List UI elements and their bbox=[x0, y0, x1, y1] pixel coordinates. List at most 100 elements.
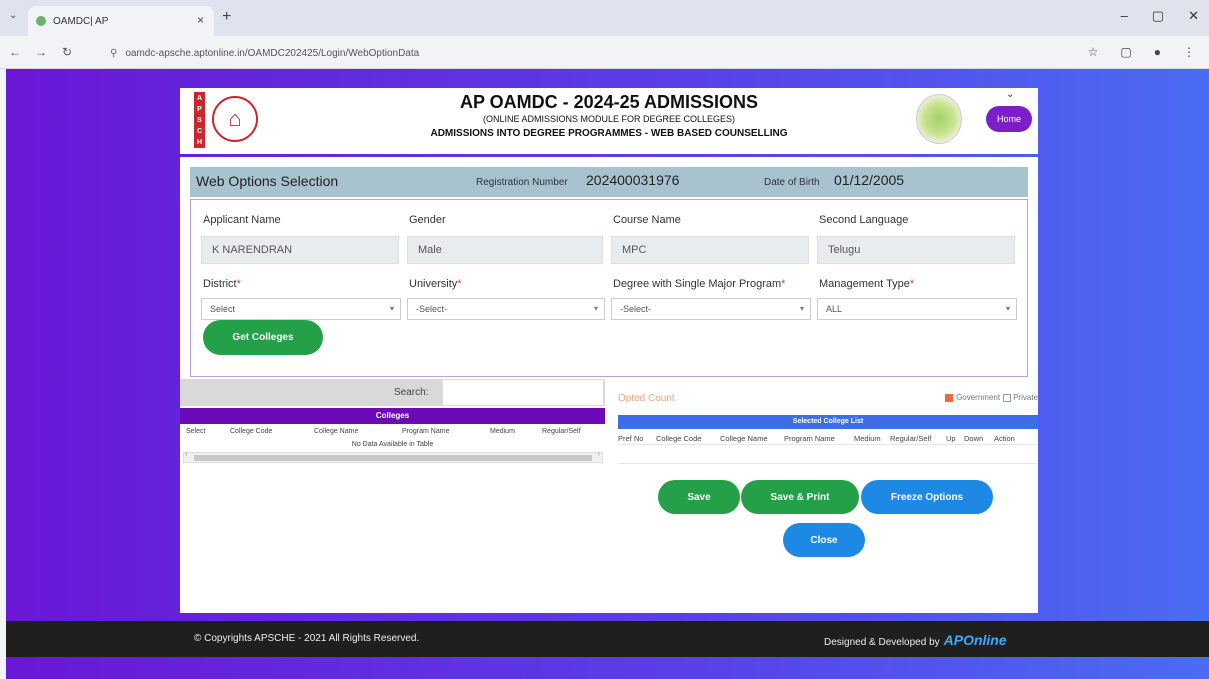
profile-icon[interactable]: ● bbox=[1154, 45, 1161, 59]
close-window-button[interactable]: ✕ bbox=[1188, 8, 1199, 24]
registration-label: Registration Number bbox=[476, 177, 568, 188]
column-header: Pref No bbox=[618, 434, 644, 443]
window-controls: – ▢ ✕ bbox=[1121, 8, 1199, 24]
colleges-panel: Search: Colleges Select College Code Col… bbox=[180, 379, 605, 471]
scrollbar-thumb[interactable] bbox=[194, 455, 592, 461]
section-title: Web Options Selection bbox=[196, 173, 339, 189]
designed-by: Designed & Developed by APOnline bbox=[824, 632, 1007, 648]
browser-tab[interactable]: OAMDC| AP × bbox=[28, 6, 214, 36]
reload-icon[interactable]: ↻ bbox=[62, 45, 72, 59]
page-subtitle: (ONLINE ADMISSIONS MODULE FOR DEGREE COL… bbox=[482, 114, 736, 124]
gender-field: Male bbox=[407, 236, 603, 264]
legend-private: Private bbox=[1013, 393, 1038, 402]
freeze-options-button[interactable]: Freeze Options bbox=[861, 480, 993, 514]
site-header: A P S C H ⌂ AP OAMDC - 2024-25 ADMISSION… bbox=[180, 88, 1038, 154]
management-type-select[interactable]: ALL ▾ bbox=[817, 298, 1017, 320]
dob-label: Date of Birth bbox=[764, 177, 820, 188]
search-label: Search: bbox=[394, 387, 429, 398]
tab-search-icon[interactable]: ⌄ bbox=[9, 10, 17, 21]
forward-icon[interactable]: → bbox=[35, 45, 47, 59]
aponline-logo[interactable]: APOnline bbox=[944, 632, 1007, 648]
column-header: Regular/Self bbox=[890, 434, 932, 443]
tab-title: OAMDC| AP bbox=[53, 15, 109, 27]
browser-toolbar-icons: ☆ ▢ ● ⋮ bbox=[1088, 45, 1195, 59]
selected-table-title: Selected College List bbox=[618, 415, 1038, 429]
column-header[interactable]: Program Name bbox=[402, 428, 449, 435]
save-button[interactable]: Save bbox=[658, 480, 740, 514]
get-colleges-button[interactable]: Get Colleges bbox=[203, 320, 323, 355]
applicant-name-label: Applicant Name bbox=[203, 214, 281, 226]
college-type-legend: Government Private bbox=[945, 393, 1038, 402]
minimize-button[interactable]: – bbox=[1121, 8, 1128, 24]
maximize-button[interactable]: ▢ bbox=[1152, 8, 1164, 24]
url-text: oamdc-apsche.aptonline.in/OAMDC202425/Lo… bbox=[125, 47, 420, 59]
bookmark-star-icon[interactable]: ☆ bbox=[1088, 45, 1099, 59]
column-header[interactable]: Medium bbox=[490, 428, 515, 435]
dropdown-caret-icon: ▾ bbox=[799, 304, 804, 313]
university-select[interactable]: -Select- ▾ bbox=[407, 298, 605, 320]
scroll-left-icon[interactable]: ‹ bbox=[185, 451, 187, 458]
second-language-label: Second Language bbox=[819, 214, 909, 226]
menu-icon[interactable]: ⋮ bbox=[1183, 45, 1195, 59]
opted-count: Opted Count bbox=[618, 393, 675, 404]
close-button[interactable]: Close bbox=[783, 523, 865, 557]
empty-table-message: No Data Available in Table bbox=[351, 441, 434, 448]
column-header[interactable]: Regular/Self bbox=[542, 428, 581, 435]
second-language-field: Telugu bbox=[817, 236, 1015, 264]
government-swatch-icon bbox=[945, 393, 954, 402]
column-header: Down bbox=[964, 434, 984, 443]
dropdown-caret-icon: ▾ bbox=[593, 304, 598, 313]
district-label: District* bbox=[203, 278, 241, 290]
colleges-table-header: Select College Code College Name Program… bbox=[180, 427, 605, 439]
dropdown-caret-icon: ▾ bbox=[389, 304, 394, 313]
selected-table-header: Pref No College Code College Name Progra… bbox=[618, 431, 1038, 445]
private-swatch-icon bbox=[1003, 393, 1012, 402]
favicon-icon bbox=[36, 16, 46, 26]
page-subtitle-2: ADMISSIONS INTO DEGREE PROGRAMMES - WEB … bbox=[430, 128, 788, 139]
column-header[interactable]: Select bbox=[186, 428, 205, 435]
colleges-table-title: Colleges bbox=[180, 408, 605, 424]
site-footer: © Copyrights APSCHE - 2021 All Rights Re… bbox=[6, 621, 1209, 657]
horizontal-scrollbar[interactable]: ‹ › bbox=[183, 451, 603, 463]
selection-form: Applicant Name K NARENDRAN Gender Male C… bbox=[190, 199, 1028, 377]
district-select[interactable]: Select ▾ bbox=[201, 298, 401, 320]
save-print-button[interactable]: Save & Print bbox=[741, 480, 859, 514]
university-label: University* bbox=[409, 278, 462, 290]
dob-value: 01/12/2005 bbox=[834, 172, 905, 188]
column-header: College Name bbox=[720, 434, 768, 443]
page-background: A P S C H ⌂ AP OAMDC - 2024-25 ADMISSION… bbox=[6, 69, 1209, 679]
dropdown-caret-icon: ▾ bbox=[1005, 304, 1010, 313]
scroll-right-icon[interactable]: › bbox=[598, 451, 600, 458]
url-field[interactable]: ⚲ oamdc-apsche.aptonline.in/OAMDC202425/… bbox=[100, 42, 1060, 64]
main-content: Web Options Selection Registration Numbe… bbox=[180, 157, 1038, 613]
new-tab-button[interactable]: + bbox=[222, 8, 231, 26]
column-header: Medium bbox=[854, 434, 881, 443]
registration-number: 202400031976 bbox=[586, 172, 680, 188]
column-header[interactable]: College Code bbox=[230, 428, 272, 435]
browser-tab-bar: ⌄ OAMDC| AP × + – ▢ ✕ bbox=[0, 0, 1209, 36]
search-input[interactable] bbox=[442, 379, 604, 406]
applicant-name-field: K NARENDRAN bbox=[201, 236, 399, 264]
site-info-icon[interactable]: ⚲ bbox=[110, 48, 117, 59]
address-bar: ← → ↻ ⚲ oamdc-apsche.aptonline.in/OAMDC2… bbox=[0, 36, 1209, 69]
ap-government-emblem-icon bbox=[916, 94, 962, 144]
table-divider bbox=[618, 463, 1038, 464]
home-button[interactable]: Home bbox=[986, 106, 1032, 132]
degree-label: Degree with Single Major Program* bbox=[613, 278, 786, 290]
copyright-text: © Copyrights APSCHE - 2021 All Rights Re… bbox=[194, 633, 420, 644]
management-type-label: Management Type* bbox=[819, 278, 915, 290]
back-icon[interactable]: ← bbox=[9, 45, 21, 59]
legend-government: Government bbox=[956, 393, 1001, 402]
chevron-down-icon[interactable]: ⌄ bbox=[1006, 89, 1014, 100]
column-header[interactable]: College Name bbox=[314, 428, 358, 435]
degree-select[interactable]: -Select- ▾ bbox=[611, 298, 811, 320]
column-header: Action bbox=[994, 434, 1015, 443]
tab-close-icon[interactable]: × bbox=[197, 13, 204, 27]
column-header: College Code bbox=[656, 434, 702, 443]
search-strip: Search: bbox=[180, 379, 605, 406]
course-name-field: MPC bbox=[611, 236, 809, 264]
web-options-header: Web Options Selection Registration Numbe… bbox=[190, 167, 1028, 197]
page-title: AP OAMDC - 2024-25 ADMISSIONS bbox=[459, 92, 759, 112]
column-header: Up bbox=[946, 434, 956, 443]
extensions-icon[interactable]: ▢ bbox=[1120, 45, 1131, 59]
